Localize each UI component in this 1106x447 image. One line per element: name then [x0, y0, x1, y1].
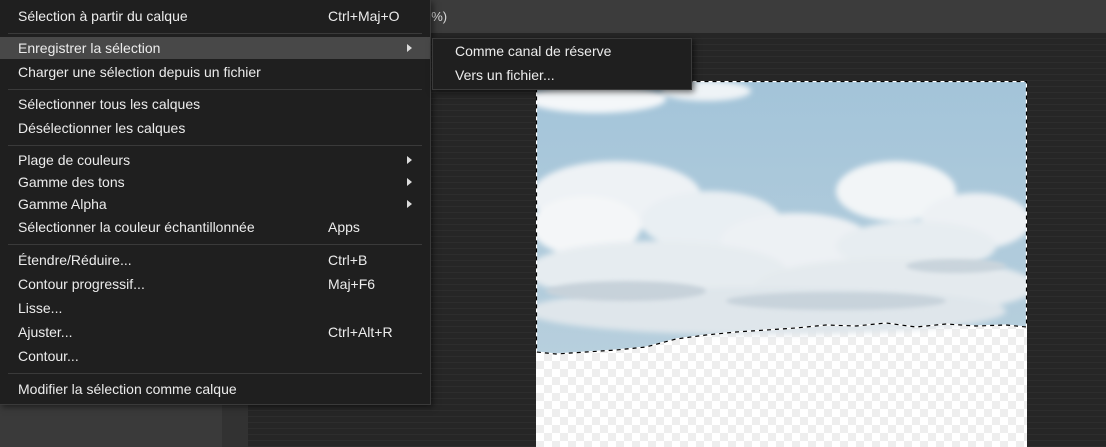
- menu-item-deselect-layers[interactable]: Désélectionner les calques: [0, 117, 430, 139]
- menu-item-refine[interactable]: Ajuster... Ctrl+Alt+R: [0, 321, 430, 343]
- menu-item-label: Étendre/Réduire...: [18, 252, 132, 268]
- menu-item-shortcut: Ctrl+Alt+R: [328, 324, 393, 340]
- menu-item-label: Gamme Alpha: [18, 196, 107, 212]
- menu-item-label: Sélectionner tous les calques: [18, 96, 201, 112]
- menu-item-select-all-layers[interactable]: Sélectionner tous les calques: [0, 93, 430, 115]
- submenu-arrow-icon: [407, 200, 412, 208]
- menu-item-label: Contour progressif...: [18, 276, 145, 292]
- menu-item-label: Désélectionner les calques: [18, 120, 186, 136]
- menu-item-select-sampled-color[interactable]: Sélectionner la couleur échantillonnée A…: [0, 216, 430, 238]
- menu-item-label: Charger une sélection depuis un fichier: [18, 64, 261, 80]
- menu-item-label: Contour...: [18, 348, 79, 364]
- menu-item-load-selection-from-file[interactable]: Charger une sélection depuis un fichier: [0, 61, 430, 83]
- menu-item-grow-shrink[interactable]: Étendre/Réduire... Ctrl+B: [0, 249, 430, 271]
- menu-item-shortcut: Maj+F6: [328, 276, 376, 292]
- menu-item-shortcut: Ctrl+B: [328, 252, 368, 268]
- menu-item-color-range[interactable]: Plage de couleurs: [0, 149, 430, 171]
- menu-separator: [8, 373, 422, 374]
- submenu-item-as-spare-channel[interactable]: Comme canal de réserve: [433, 40, 691, 62]
- submenu-item-label: Comme canal de réserve: [455, 43, 612, 59]
- submenu-item-to-file[interactable]: Vers un fichier...: [433, 64, 691, 86]
- menu-item-label: Modifier la sélection comme calque: [18, 381, 237, 397]
- document-canvas[interactable]: [536, 81, 1027, 447]
- menu-item-label: Plage de couleurs: [18, 152, 131, 168]
- menu-separator: [8, 33, 422, 34]
- save-selection-submenu: Comme canal de réserve Vers un fichier..…: [432, 38, 692, 90]
- menu-item-alpha-range[interactable]: Gamme Alpha: [0, 193, 430, 215]
- submenu-arrow-icon: [407, 156, 412, 164]
- menu-item-label: Lisse...: [18, 300, 63, 316]
- menu-item-tonal-range[interactable]: Gamme des tons: [0, 171, 430, 193]
- menu-separator: [8, 145, 422, 146]
- menu-item-label: Ajuster...: [18, 324, 73, 340]
- menu-item-feather[interactable]: Contour progressif... Maj+F6: [0, 273, 430, 295]
- menu-item-label: Gamme des tons: [18, 174, 125, 190]
- select-menu: Sélection à partir du calque Ctrl+Maj+O …: [0, 0, 431, 405]
- menu-item-label: Enregistrer la sélection: [18, 40, 161, 56]
- menu-item-label: Sélectionner la couleur échantillonnée: [18, 219, 255, 235]
- menu-item-label: Sélection à partir du calque: [18, 8, 188, 24]
- menu-item-outline[interactable]: Contour...: [0, 345, 430, 367]
- submenu-item-label: Vers un fichier...: [455, 67, 555, 83]
- menu-item-edit-selection-as-layer[interactable]: Modifier la sélection comme calque: [0, 378, 430, 400]
- menu-item-save-selection[interactable]: Enregistrer la sélection: [0, 37, 430, 59]
- menu-separator: [8, 89, 422, 90]
- submenu-arrow-icon: [407, 44, 412, 52]
- menu-item-shortcut: Apps: [328, 219, 360, 235]
- submenu-arrow-icon: [407, 178, 412, 186]
- menu-item-selection-from-layer[interactable]: Sélection à partir du calque Ctrl+Maj+O: [0, 5, 430, 27]
- menu-separator: [8, 244, 422, 245]
- sky-image: [536, 81, 1027, 355]
- menu-item-smooth[interactable]: Lisse...: [0, 297, 430, 319]
- menu-item-shortcut: Ctrl+Maj+O: [328, 8, 400, 24]
